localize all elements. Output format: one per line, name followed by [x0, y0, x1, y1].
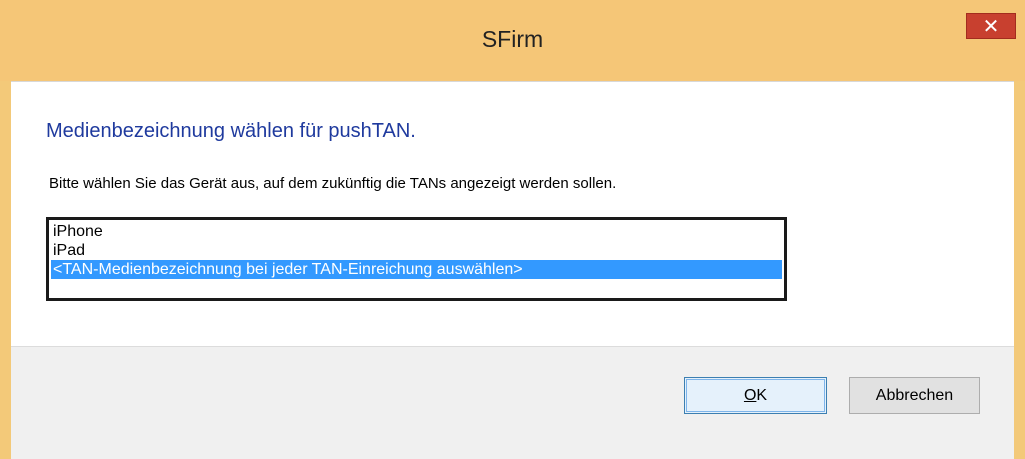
cancel-button[interactable]: Abbrechen: [849, 377, 980, 414]
button-bar: OK Abbrechen: [11, 346, 1014, 459]
list-item-select-each-time[interactable]: <TAN-Medienbezeichnung bei jeder TAN-Ein…: [51, 260, 782, 279]
list-item-ipad[interactable]: iPad: [51, 241, 782, 260]
ok-button-label: OK: [743, 386, 768, 404]
cancel-button-label: Abbrechen: [875, 386, 954, 404]
desktop: SFirm ✕ Medienbezeichnung wählen für pus…: [0, 0, 1025, 459]
dialog-heading: Medienbezeichnung wählen für pushTAN.: [46, 120, 416, 142]
ok-button[interactable]: OK: [684, 377, 827, 414]
list-item-iphone[interactable]: iPhone: [51, 222, 782, 241]
close-icon: ✕: [982, 14, 1000, 38]
window-title: SFirm: [481, 26, 544, 52]
close-button[interactable]: ✕: [966, 13, 1016, 39]
instruction-text: Bitte wählen Sie das Gerät aus, auf dem …: [49, 175, 617, 192]
dialog-window: SFirm ✕ Medienbezeichnung wählen für pus…: [0, 0, 1025, 459]
dialog-body: Medienbezeichnung wählen für pushTAN. Bi…: [11, 81, 1014, 459]
title-bar[interactable]: SFirm ✕: [0, 0, 1025, 81]
device-listbox[interactable]: iPhone iPad <TAN-Medienbezeichnung bei j…: [46, 217, 787, 301]
